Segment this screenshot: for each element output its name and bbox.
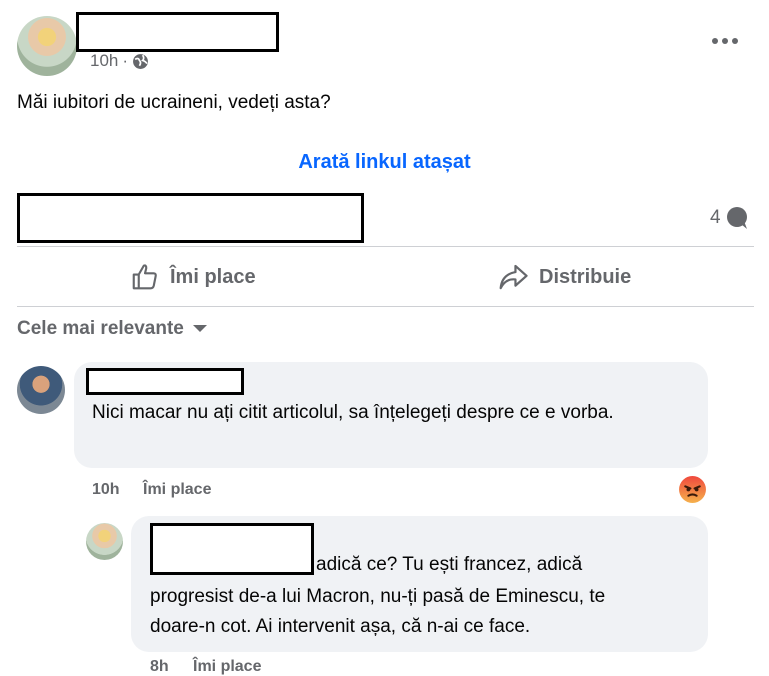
caret-down-icon <box>192 325 207 332</box>
meta-separator: · <box>122 51 129 70</box>
reply-name-redacted <box>150 523 314 575</box>
globe-icon <box>133 53 148 69</box>
comments-filter[interactable]: Cele mai relevante <box>17 318 208 340</box>
comment-time[interactable]: 10h <box>92 481 120 499</box>
comment-bubble-icon <box>726 207 747 229</box>
post-text: Măi iubitori de ucraineni, vedeți asta? <box>17 92 331 113</box>
commenter-avatar[interactable] <box>17 366 65 414</box>
poster-avatar[interactable] <box>17 16 77 76</box>
commenter-name-redacted <box>86 368 244 395</box>
reply-text-line-3: doare-n cot. Ai intervenit așa, că n-ai … <box>150 616 531 637</box>
share-button[interactable]: Distribuie <box>497 262 631 292</box>
comment-count[interactable]: 4 <box>710 206 749 230</box>
thumbs-up-icon <box>132 264 157 290</box>
like-label: Îmi place <box>170 265 256 288</box>
angry-reaction-icon[interactable] <box>678 475 707 504</box>
share-label: Distribuie <box>539 265 632 288</box>
reply-avatar[interactable] <box>86 523 123 560</box>
share-arrow-icon <box>499 264 528 290</box>
reply-text-line-1: adică ce? Tu ești francez, adică <box>316 554 583 575</box>
more-options-icon[interactable] <box>712 38 738 44</box>
like-button[interactable]: Îmi place <box>130 262 256 292</box>
show-attached-link[interactable]: Arată linkul atașat <box>0 151 769 174</box>
divider-bottom <box>17 306 754 307</box>
post-time[interactable]: 10h <box>90 51 118 71</box>
post-meta: 10h · <box>90 51 149 71</box>
comment-like-button[interactable]: Îmi place <box>143 481 211 499</box>
comment-count-value: 4 <box>710 207 721 228</box>
reply-time[interactable]: 8h <box>150 658 169 676</box>
reactions-redacted <box>17 193 364 243</box>
divider-top <box>17 246 754 247</box>
reply-like-button[interactable]: Îmi place <box>193 658 261 676</box>
comment-text: Nici macar nu ați citit articolul, sa în… <box>92 402 614 423</box>
poster-name-redacted <box>76 12 279 52</box>
reply-text-line-2: progresist de-a lui Macron, nu-ți pasă d… <box>150 586 606 607</box>
comments-filter-label: Cele mai relevante <box>17 318 184 339</box>
